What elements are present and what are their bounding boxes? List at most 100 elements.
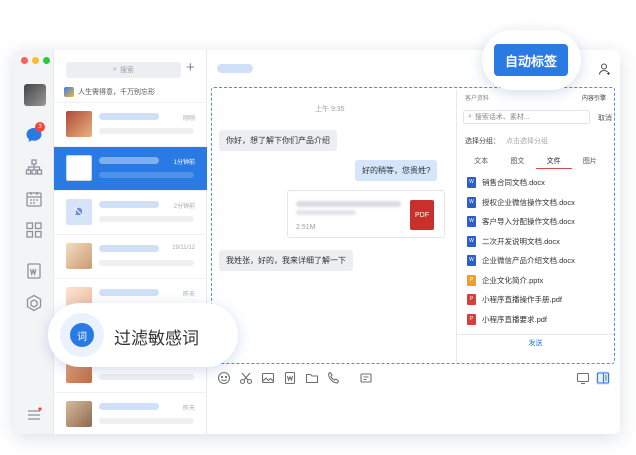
chat-panel: 上午 9:35 你好，想了解下你们产品介绍 好的稍等，您贵姓? 2.51M PD…: [207, 50, 620, 434]
file-item[interactable]: P 小程序直播要求.pdf: [467, 310, 575, 330]
message-timestamp: 上午 9:35: [315, 106, 345, 113]
content-search-input[interactable]: ⌕ 搜索话术、素材...: [463, 110, 590, 124]
file-name: 企业微信产品介绍文档.docx: [482, 256, 575, 266]
file-item[interactable]: W 授权企业微信操作文档.docx: [467, 193, 575, 213]
cube-icon[interactable]: [25, 294, 43, 312]
word-doc-icon[interactable]: [283, 371, 297, 385]
word-file-icon: W: [467, 255, 476, 267]
tab-file[interactable]: 文件: [535, 156, 572, 169]
tab-customer-info[interactable]: 客户资料: [465, 93, 489, 102]
search-icon: ⌕: [113, 66, 117, 73]
file-name: 企业文化简介.pptx: [482, 275, 544, 285]
conversation-row[interactable]: 刚刚: [54, 102, 207, 146]
avatar: [66, 243, 92, 269]
cancel-button[interactable]: 取消: [598, 113, 612, 123]
file-item[interactable]: P 小程序直播操作手册.pdf: [467, 290, 575, 310]
file-message-card[interactable]: 2.51M PDF: [287, 190, 445, 238]
add-user-icon[interactable]: [598, 62, 612, 76]
conversation-list: ⌕ 搜索 + 人生需得意，千万别忘形 刚刚 1分钟前 2分钟前 19/11/12…: [54, 50, 207, 434]
folder-icon[interactable]: [305, 371, 319, 385]
row-time: 2分钟前: [173, 204, 195, 210]
motto-banner: 人生需得意，千万别忘形: [64, 87, 155, 97]
auto-tag-button[interactable]: 自动标签: [494, 44, 568, 76]
calendar-icon[interactable]: [25, 190, 43, 208]
sensitive-word-filter-callout: 词 过滤敏感词: [48, 303, 238, 367]
row-time: 刚刚: [182, 116, 195, 122]
file-name: 授权企业微信操作文档.docx: [482, 197, 575, 207]
ppt-file-icon: P: [467, 274, 476, 286]
search-input[interactable]: ⌕ 搜索: [66, 62, 181, 78]
pdf-file-icon: PDF: [410, 200, 434, 230]
file-list: W 销售合同文档.docx W 授权企业微信操作文档.docx W 客户导入分配操作文…: [467, 173, 575, 329]
pdf-file-icon: P: [467, 313, 476, 325]
contact-name-placeholder: [99, 157, 159, 164]
word-file-icon: W: [467, 196, 476, 208]
avatar: [66, 199, 92, 225]
side-tabs: 客户资料 内容引擎: [457, 90, 614, 102]
conversation-row[interactable]: 2分钟前: [54, 190, 207, 234]
message-toolbar: [207, 364, 620, 392]
file-item[interactable]: W 企业微信产品介绍文档.docx: [467, 251, 575, 271]
emoji-icon[interactable]: [217, 371, 231, 385]
window-controls: [21, 57, 50, 64]
file-item[interactable]: W 客户导入分配操作文档.docx: [467, 212, 575, 232]
message-bubble-incoming: 我姓张，好的，我来详细了解一下: [219, 250, 353, 271]
maximize-dot[interactable]: [43, 57, 50, 64]
file-item[interactable]: W 销售合同文档.docx: [467, 173, 575, 193]
send-button[interactable]: 发送: [457, 334, 614, 352]
message-preview-placeholder: [99, 374, 194, 380]
content-type-tabs: 文本 图文 文件 图片: [463, 156, 608, 169]
file-name-blurred-2: [296, 210, 356, 215]
file-name: 小程序直播要求.pdf: [482, 314, 548, 324]
tab-content-engine[interactable]: 内容引擎: [582, 93, 606, 102]
row-time: 昨天: [182, 406, 195, 412]
file-item[interactable]: W 二次开发说明文档.docx: [467, 232, 575, 252]
row-time: 19/11/12: [172, 245, 195, 251]
file-name: 二次开发说明文档.docx: [482, 236, 560, 246]
conversation-row-active[interactable]: 1分钟前: [54, 146, 207, 190]
file-name: 销售合同文档.docx: [482, 178, 545, 188]
tab-image[interactable]: 图片: [572, 156, 608, 169]
word-file-icon: W: [467, 216, 476, 228]
side-panel-toggle-icon[interactable]: [596, 371, 610, 385]
contact-name-placeholder: [99, 403, 159, 410]
content-search-placeholder: 搜索话术、素材...: [474, 114, 530, 121]
file-item[interactable]: P 企业文化简介.pptx: [467, 271, 575, 291]
image-icon[interactable]: [261, 371, 275, 385]
tab-article[interactable]: 图文: [499, 156, 535, 169]
avatar: [66, 111, 92, 137]
group-label: 选择分组：: [465, 138, 500, 145]
file-size: 2.51M: [296, 224, 316, 231]
file-name: 客户导入分配操作文档.docx: [482, 217, 575, 227]
search-icon: ⌕: [468, 113, 472, 120]
bell-muted-icon: [74, 207, 84, 217]
apps-grid-icon[interactable]: [25, 221, 43, 239]
document-w-icon[interactable]: [25, 262, 43, 280]
menu-icon[interactable]: [25, 406, 43, 424]
filter-icon-ring: 词: [60, 313, 104, 357]
minimize-dot[interactable]: [32, 57, 39, 64]
word-file-icon: W: [467, 235, 476, 247]
avatar: [66, 155, 92, 181]
conversation-row[interactable]: 昨天: [54, 392, 207, 434]
contact-name-placeholder: [99, 245, 159, 252]
word-file-icon: W: [467, 177, 476, 189]
conversation-row[interactable]: 19/11/12: [54, 234, 207, 278]
scissors-icon[interactable]: [239, 371, 253, 385]
tab-text[interactable]: 文本: [463, 156, 499, 169]
row-time: 1分钟前: [173, 160, 195, 166]
user-avatar[interactable]: [24, 84, 46, 106]
close-dot[interactable]: [21, 57, 28, 64]
contact-name-placeholder: [99, 113, 159, 120]
add-icon[interactable]: +: [186, 60, 195, 76]
message-bubble-incoming: 你好，想了解下你们产品介绍: [219, 130, 337, 151]
screen-share-icon[interactable]: [576, 371, 590, 385]
file-name-blurred: [296, 201, 401, 207]
message-preview-placeholder: [99, 418, 194, 424]
quote-icon[interactable]: [359, 371, 373, 385]
group-selector[interactable]: 选择分组： 点击选择分组: [465, 136, 548, 146]
phone-icon[interactable]: [327, 371, 341, 385]
message-preview-placeholder: [99, 128, 194, 134]
contact-name-placeholder: [99, 201, 159, 208]
org-tree-icon[interactable]: [25, 158, 43, 176]
